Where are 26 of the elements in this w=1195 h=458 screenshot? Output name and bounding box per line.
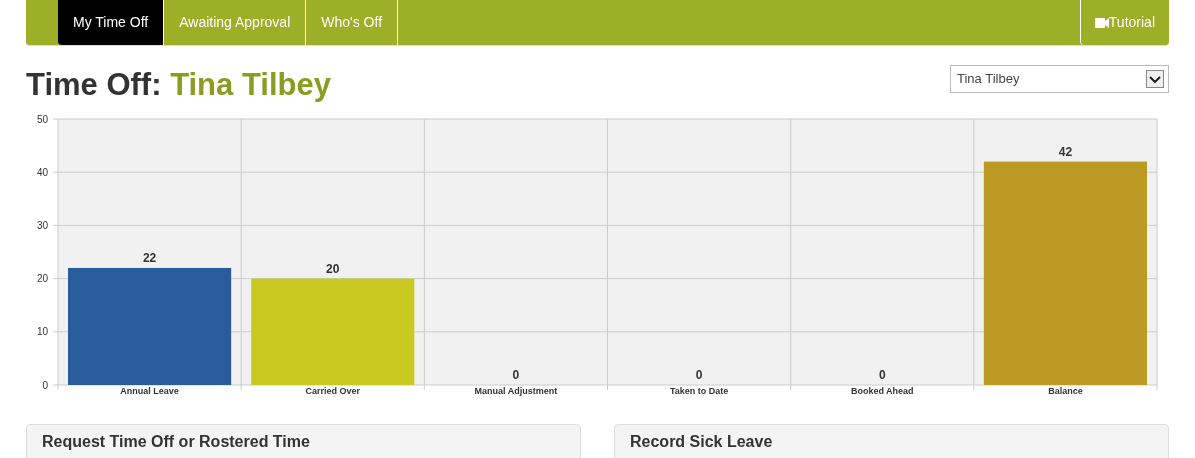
video-camera-icon [1094,17,1109,28]
category-label: Booked Ahead [850,386,914,396]
value-label: 20 [326,261,340,276]
panel-header: Request Time Off or Rostered Time [26,424,581,458]
category-label: Carried Over [305,386,360,396]
panel-header: Record Sick Leave [614,424,1169,458]
category-label: Manual Adjustment [474,386,558,396]
category-label: Taken to Date [669,386,729,396]
y-tick-label: 10 [36,326,48,338]
value-label: 22 [142,250,157,265]
y-tick-label: 50 [36,113,48,125]
y-tick-label: 30 [36,219,48,231]
nav-tab[interactable]: My Time Off [58,0,165,45]
value-label: 0 [695,368,703,382]
category-label: Balance [1048,386,1083,396]
y-tick-label: 0 [42,379,48,391]
tutorial-button[interactable]: Tutorial [1079,0,1169,45]
value-label: 0 [878,368,886,382]
category-label: Annual Leave [120,386,179,396]
chevron-down-icon [1146,70,1164,88]
y-tick-label: 20 [36,273,48,285]
employee-select[interactable]: Tina Tilbey [950,65,1169,93]
value-label: 42 [1058,144,1073,159]
page-title: Time Off: Tina Tilbey [26,68,331,100]
y-tick-label: 40 [36,166,48,178]
value-label: 0 [512,368,520,382]
